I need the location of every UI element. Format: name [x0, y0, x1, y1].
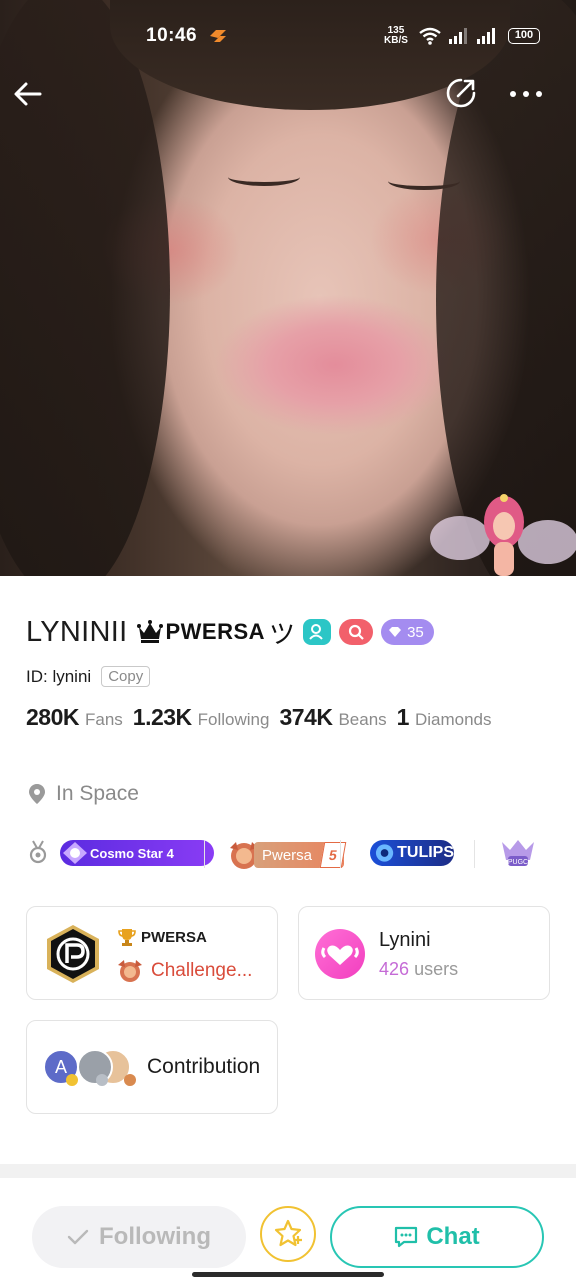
fan-club-count-row: 426 users [379, 959, 458, 980]
star-plus-icon [274, 1219, 302, 1247]
profile-location: In Space [28, 782, 139, 806]
silver-rank-icon [96, 1074, 108, 1086]
stat-beans-label[interactable]: Beans [338, 710, 386, 730]
search-user-icon[interactable] [339, 619, 374, 645]
fan-club-name: Lynini [379, 929, 431, 951]
fan-club-card[interactable]: Lynini 426 users [298, 906, 550, 1000]
fan-club-count: 426 [379, 959, 410, 979]
stat-following-value[interactable]: 1.23K [133, 704, 192, 731]
location-pin-icon [29, 784, 45, 804]
pugc-label: PUGC [508, 859, 528, 866]
contributor-avatars: A [43, 1049, 137, 1089]
gold-rank-icon [66, 1074, 78, 1086]
profile-id: ID: lynini [26, 666, 92, 686]
signal-icon [449, 28, 467, 44]
clan-card[interactable]: PWERSA Challenge... [26, 906, 278, 1000]
chat-bubble-icon [395, 1226, 418, 1248]
clan-subtitle: Challenge... [151, 960, 253, 981]
cosmo-star-label: Cosmo Star 4 [90, 845, 174, 861]
tulips-icon [375, 844, 394, 862]
chat-label: Chat [426, 1223, 480, 1250]
signal-icon-2 [477, 28, 495, 44]
notification-badge-icon [210, 30, 226, 42]
home-indicator[interactable] [192, 1272, 384, 1277]
bronze-rank-icon [124, 1074, 136, 1086]
stat-diamonds-value[interactable]: 1 [397, 704, 410, 731]
badges-row[interactable]: Cosmo Star 4 Pwersa 5 TULIPS PUGC [28, 836, 548, 872]
tulips-label: TULIPS [397, 844, 454, 861]
cosmo-star-badge[interactable]: Cosmo Star 4 [60, 840, 214, 866]
diamond-icon [389, 627, 402, 637]
profile-name-row: LYNINII PWERSA ツ 35 [26, 614, 434, 650]
net-speed: 135 KB/S [384, 26, 408, 46]
clan-subtitle-row: Challenge... [115, 957, 252, 985]
section-divider [0, 1164, 576, 1178]
photo-eye-left [228, 168, 300, 186]
profile-id-row: ID: lynini Copy [26, 666, 151, 687]
profile-photo[interactable] [0, 0, 576, 576]
crown-icon [137, 620, 164, 643]
chat-button[interactable]: Chat [330, 1206, 544, 1268]
contribution-card[interactable]: A Contribution [26, 1020, 278, 1114]
share-icon[interactable] [444, 76, 478, 110]
stat-diamonds-label[interactable]: Diamonds [415, 710, 492, 730]
badge-separator [204, 840, 205, 868]
pwersa-pill: Pwersa 5 [254, 842, 347, 868]
checkmark-icon [67, 1229, 89, 1245]
net-speed-unit: KB/S [384, 35, 408, 46]
level-value: 35 [407, 623, 424, 641]
trophy-icon [118, 929, 136, 946]
badge-separator [474, 840, 475, 868]
level-badge[interactable]: 35 [381, 619, 434, 645]
tulips-badge[interactable]: TULIPS [370, 840, 454, 866]
fan-club-count-suffix: users [414, 959, 459, 979]
battery-icon: 100 [508, 28, 540, 44]
stat-following-label[interactable]: Following [198, 710, 270, 730]
challenge-emblem-icon [118, 960, 142, 982]
clan-title-row: PWERSA [117, 927, 207, 947]
fan-club-logo [315, 929, 365, 979]
cosmo-star-icon [63, 842, 87, 864]
heart-icon [321, 945, 359, 965]
pwersa-family-badge[interactable]: Pwersa 5 [224, 838, 350, 872]
more-dots-icon[interactable] [508, 84, 544, 104]
fairy-avatar-icon [430, 494, 576, 576]
stat-beans-value[interactable]: 374K [279, 704, 332, 731]
pugc-badge-icon[interactable]: PUGC [498, 836, 538, 870]
pwersa-badge-label: Pwersa [262, 846, 313, 864]
profile-clan-suffix: ツ [269, 618, 296, 649]
wifi-icon [419, 27, 441, 45]
status-bar: 10:46 135 KB/S 100 [0, 0, 576, 74]
stat-fans-value[interactable]: 280K [26, 704, 79, 731]
following-button[interactable]: Following [32, 1206, 246, 1268]
following-label: Following [99, 1223, 211, 1250]
medal-icon [29, 840, 47, 864]
status-time: 10:46 [146, 25, 198, 46]
pwersa-badge-level: 5 [319, 842, 347, 868]
verified-user-icon[interactable] [303, 619, 332, 645]
clan-title: PWERSA [141, 928, 207, 946]
photo-eye-right [388, 172, 460, 190]
location-text: In Space [56, 782, 139, 805]
favorite-star-button[interactable] [260, 1206, 316, 1262]
profile-stats: 280K Fans 1.23K Following 374K Beans 1 D… [26, 704, 502, 731]
arrow-left-icon[interactable] [12, 78, 44, 110]
contribution-label: Contribution [147, 1055, 261, 1078]
bottom-action-bar: Following Chat [0, 1178, 576, 1280]
profile-name: LYNINII [26, 615, 128, 648]
badge-separator [340, 840, 341, 868]
stat-fans-label[interactable]: Fans [85, 710, 123, 730]
copy-id-button[interactable]: Copy [101, 666, 151, 687]
profile-clan-tag: PWERSA [165, 619, 266, 644]
clan-logo-icon [47, 925, 99, 983]
